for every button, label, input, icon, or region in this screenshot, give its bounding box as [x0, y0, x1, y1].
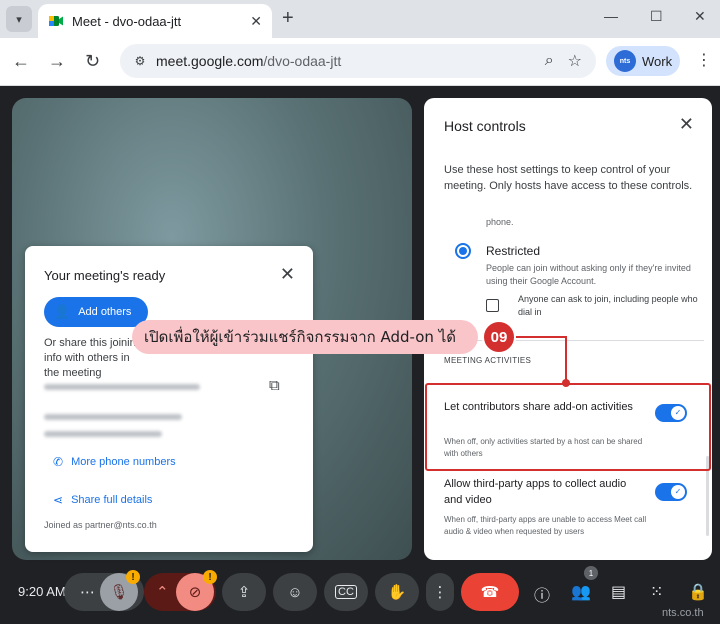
maximize-icon[interactable]: ☐ — [650, 8, 663, 25]
step-badge: 09 — [482, 320, 516, 354]
host-controls-description: Use these host settings to keep control … — [444, 164, 693, 192]
annotation-connector-horizontal — [515, 336, 567, 338]
people-icon[interactable]: 👥 — [571, 582, 591, 602]
annotation-callout: เปิดเพื่อให้ผู้เข้าร่วมแชร์กิจกรรมจาก Ad… — [132, 320, 478, 354]
blurred-pin — [44, 431, 162, 437]
share-full-details-link[interactable]: ⋖ Share full details — [53, 493, 152, 507]
emoji-icon: ☺ — [287, 583, 303, 601]
copy-icon[interactable]: ⧉ — [269, 377, 280, 394]
camera-warning-icon: ! — [203, 570, 217, 584]
reactions-button[interactable]: ☺ — [273, 573, 317, 611]
reload-icon[interactable]: ↻ — [85, 51, 100, 71]
add-others-button[interactable]: 👤 Add others — [44, 297, 148, 327]
leave-call-button[interactable]: ☎ — [461, 573, 519, 611]
browser-toolbar: ← → ↻ ⚙ meet.google.com/dvo-odaa-jtt ⌕ ☆… — [0, 38, 720, 86]
raise-hand-button[interactable]: ✋ — [375, 573, 419, 611]
watermark: nts.co.th — [662, 607, 704, 619]
restricted-description: People can join without asking only if t… — [486, 263, 691, 286]
captions-button[interactable]: CC — [324, 573, 368, 611]
annotation-dot — [562, 379, 570, 387]
camera-off-icon: ⊘ — [188, 584, 202, 601]
more-phone-numbers-link[interactable]: ✆ More phone numbers — [53, 455, 176, 469]
thirdparty-setting-title: Allow third-party apps to collect audio … — [444, 478, 627, 506]
phone-icon: ✆ — [53, 455, 64, 469]
host-controls-title: Host controls — [444, 118, 526, 134]
ask-to-join-label: Anyone can ask to join, including people… — [518, 294, 698, 317]
people-count-badge: 1 — [584, 566, 598, 580]
hand-icon: ✋ — [387, 584, 407, 601]
chevron-up-icon: ⌃ — [156, 584, 169, 601]
more-dots-icon: ⋯ — [80, 584, 95, 601]
activities-grid-icon[interactable]: ⁙ — [650, 582, 663, 602]
share-info-text: Or share this joining info with others i… — [44, 337, 142, 379]
google-meet-icon — [48, 13, 64, 29]
tab-close-icon[interactable]: ✕ — [250, 13, 262, 30]
truncated-option-text: phone. — [486, 217, 514, 227]
captions-icon: CC — [335, 585, 357, 599]
profile-avatar: nts — [614, 50, 636, 72]
microphone-icon: 🎙 — [109, 584, 129, 601]
close-icon[interactable]: ✕ — [679, 114, 694, 135]
thirdparty-toggle[interactable] — [655, 483, 687, 501]
back-arrow-icon[interactable]: ← — [12, 51, 30, 71]
meeting-time: 9:20 AM — [18, 584, 66, 599]
window-close-icon[interactable]: ✕ — [694, 8, 706, 25]
meeting-activities-heading: MEETING ACTIVITIES — [444, 356, 532, 365]
annotation-highlight-box — [425, 383, 711, 471]
browser-tab-bar: ▾ Meet - dvo-odaa-jtt ✕ + — ☐ ✕ — [0, 0, 720, 38]
present-button[interactable]: ⇪ — [222, 573, 266, 611]
bookmark-star-icon[interactable]: ☆ — [568, 51, 582, 71]
host-controls-lock-icon[interactable]: 🔒 — [688, 582, 708, 602]
end-call-icon: ☎ — [480, 584, 500, 601]
annotation-connector-vertical — [565, 336, 567, 384]
blurred-dial-in — [44, 414, 182, 420]
ready-card-title: Your meeting's ready — [44, 268, 166, 283]
browser-tab[interactable]: Meet - dvo-odaa-jtt ✕ — [38, 4, 272, 38]
thirdparty-setting-description: When off, third-party apps are unable to… — [444, 515, 647, 536]
mic-warning-icon: ! — [126, 570, 140, 584]
new-tab-icon[interactable]: + — [282, 8, 294, 28]
url-text[interactable]: meet.google.com/dvo-odaa-jtt — [156, 53, 545, 69]
present-screen-icon: ⇪ — [237, 584, 251, 601]
chat-icon[interactable]: ▤ — [611, 582, 626, 602]
ask-to-join-checkbox[interactable] — [486, 299, 499, 312]
joined-as-text: Joined as partner@nts.co.th — [44, 520, 157, 530]
blurred-meeting-link — [44, 384, 200, 390]
address-bar[interactable]: ⚙ meet.google.com/dvo-odaa-jtt ⌕ ☆ — [120, 44, 596, 78]
meeting-ready-card: Your meeting's ready ✕ 👤 Add others Or s… — [25, 246, 313, 552]
restricted-title: Restricted — [486, 244, 541, 258]
tab-title: Meet - dvo-odaa-jtt — [72, 13, 182, 29]
site-info-icon[interactable]: ⚙ — [130, 51, 150, 71]
more-options-button[interactable]: ⋮ — [426, 573, 454, 611]
profile-label: Work — [642, 53, 673, 69]
profile-button[interactable]: nts Work — [606, 46, 680, 76]
more-vert-icon: ⋮ — [432, 584, 448, 601]
zoom-icon[interactable]: ⌕ — [545, 52, 554, 70]
restricted-radio[interactable] — [455, 243, 471, 259]
annotation-callout-text: เปิดเพื่อให้ผู้เข้าร่วมแชร์กิจกรรมจาก Ad… — [144, 328, 456, 346]
add-person-icon: 👤 — [54, 304, 71, 319]
share-icon: ⋖ — [53, 493, 64, 507]
close-icon[interactable]: ✕ — [280, 264, 295, 285]
browser-menu-icon[interactable]: ⋮ — [696, 50, 712, 70]
tab-search-chevron-icon[interactable]: ▾ — [6, 6, 32, 32]
meeting-info-icon[interactable]: ⓘ — [534, 582, 550, 606]
minimize-icon[interactable]: — — [604, 8, 618, 24]
forward-arrow-icon[interactable]: → — [48, 51, 66, 71]
